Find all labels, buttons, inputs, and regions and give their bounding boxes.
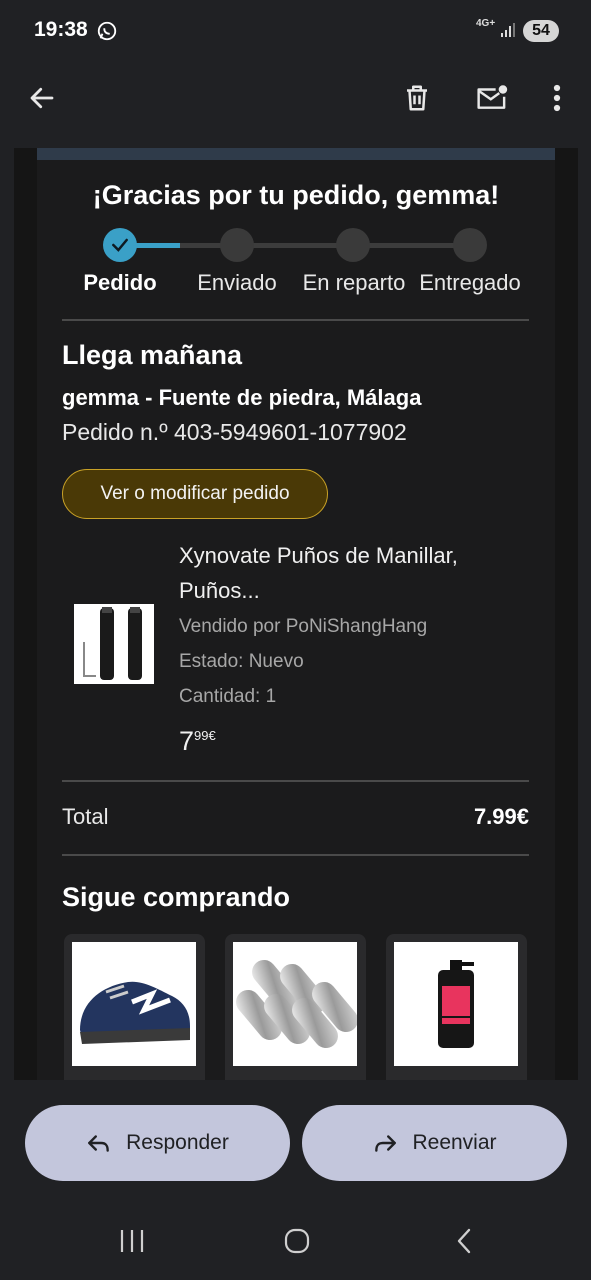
divider (62, 780, 529, 782)
more-options-button[interactable] (535, 76, 579, 120)
shoe-illustration (80, 981, 190, 1044)
delivery-address: gemma - Fuente de piedra, Málaga (62, 385, 422, 410)
product-quantity: Cantidad: 1 (179, 686, 277, 707)
divider (62, 854, 529, 856)
reply-button[interactable]: Responder (25, 1105, 290, 1181)
product-seller: Vendido por PoNiShangHang (179, 616, 428, 637)
order-confirmation-card: ¡Gracias por tu pedido, gemma! Pedido En… (37, 148, 555, 1080)
forward-label: Reenviar (412, 1131, 497, 1154)
back-nav-button[interactable] (449, 1226, 479, 1256)
mark-unread-button[interactable] (470, 76, 514, 120)
battery-indicator: 54 (523, 20, 559, 42)
recommendation-card[interactable] (225, 934, 366, 1080)
forward-icon (375, 1135, 397, 1152)
order-number: Pedido n.º 403-5949601-1077902 (62, 419, 407, 445)
price-fraction: 99€ (194, 728, 216, 743)
metal-cylinders-image (233, 942, 358, 1066)
signal-icon (501, 23, 515, 37)
whatsapp-icon (97, 21, 117, 41)
total-value: 7.99€ (473, 804, 529, 829)
safety-shoe-image (72, 942, 196, 1066)
step-dot-ordered (103, 228, 137, 262)
forward-button[interactable]: Reenviar (302, 1105, 567, 1181)
bike-grips-illustration (83, 607, 142, 680)
step-dot-shipped (220, 228, 254, 262)
app-bar (0, 62, 591, 148)
cylinders-illustration (236, 959, 358, 1049)
price-whole: 7 (179, 726, 195, 756)
status-bar: 19:38 4G+ 54 (0, 0, 591, 62)
more-vertical-icon (553, 84, 561, 112)
view-order-button[interactable]: Ver o modificar pedido (62, 469, 328, 519)
bike-grips-image[interactable] (74, 604, 154, 684)
total-label: Total (62, 804, 109, 829)
status-time: 19:38 (34, 18, 88, 41)
thank-you-heading: ¡Gracias por tu pedido, gemma! (92, 180, 500, 210)
back-icon (457, 1228, 471, 1254)
trash-icon (407, 85, 427, 111)
header-banner (37, 148, 555, 160)
action-bar: Responder Reenviar (0, 1080, 591, 1200)
hair-dye-bottle-image (394, 942, 518, 1066)
step-dot-out-for-delivery (336, 228, 370, 262)
step-label-shipped: Enviado (197, 270, 277, 295)
recommendation-card[interactable] (386, 934, 527, 1080)
back-button[interactable] (20, 76, 64, 120)
product-price: 799€ (179, 726, 216, 757)
email-body[interactable]: ¡Gracias por tu pedido, gemma! Pedido En… (14, 148, 578, 1080)
product-condition: Estado: Nuevo (179, 651, 304, 672)
arrival-text: Llega mañana (62, 340, 243, 370)
reply-icon (88, 1135, 109, 1152)
home-button[interactable] (282, 1226, 312, 1256)
back-arrow-icon (30, 87, 54, 109)
bottle-illustration (438, 960, 474, 1048)
divider (62, 319, 529, 321)
keep-shopping-heading: Sigue comprando (62, 882, 291, 912)
product-title[interactable]: Xynovate Puños de Manillar, Puños... (179, 538, 519, 608)
system-navigation-bar (0, 1200, 591, 1280)
step-dot-delivered (453, 228, 487, 262)
recent-apps-icon (120, 1230, 144, 1252)
home-icon (284, 1228, 310, 1254)
recent-apps-button[interactable] (117, 1226, 147, 1256)
step-label-delivered: Entregado (419, 270, 521, 295)
delete-button[interactable] (395, 76, 439, 120)
checkmark-icon (112, 238, 128, 252)
network-type: 4G+ (476, 18, 496, 29)
recommendation-card[interactable] (64, 934, 205, 1080)
reply-label: Responder (126, 1131, 229, 1154)
mark-unread-icon (477, 85, 508, 109)
step-label-out-for-delivery: En reparto (302, 270, 406, 295)
step-label-ordered: Pedido (83, 270, 157, 295)
